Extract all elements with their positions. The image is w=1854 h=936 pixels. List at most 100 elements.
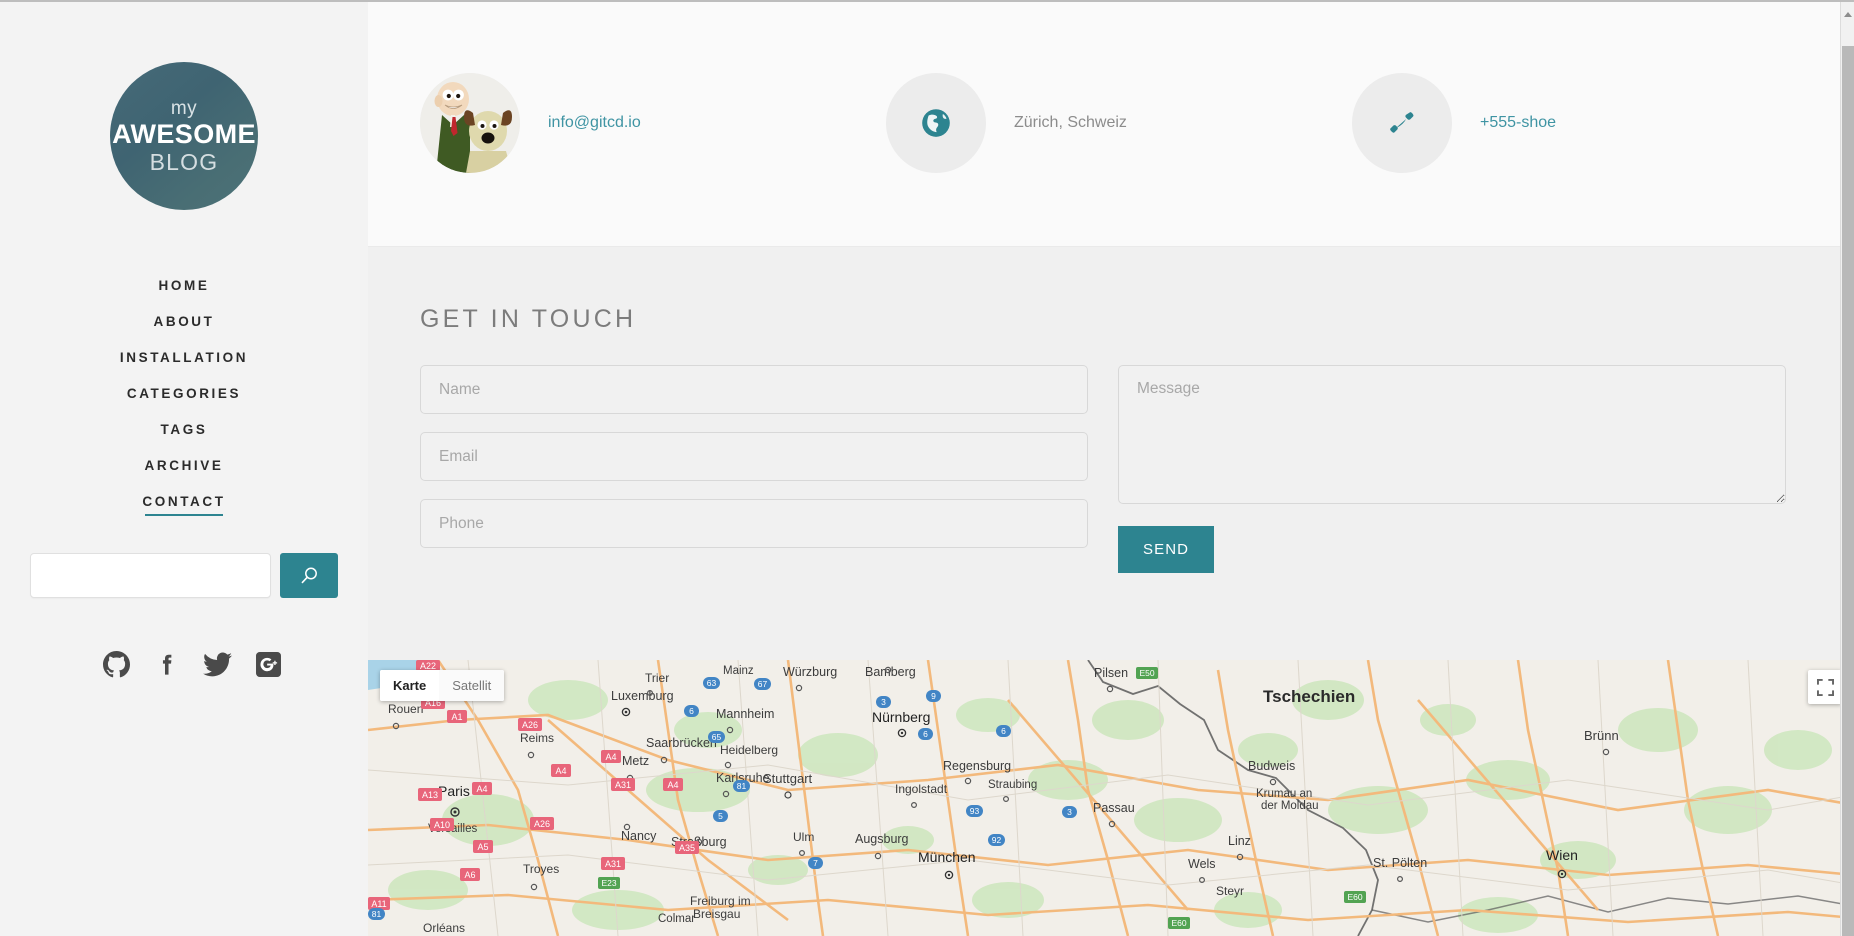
- page-root: my AWESOME BLOG HOME ABOUT INSTALLATION …: [0, 0, 1854, 936]
- svg-text:Pilsen: Pilsen: [1094, 666, 1128, 680]
- page-title: GET IN TOUCH: [420, 305, 637, 333]
- svg-text:St. Pölten: St. Pölten: [1373, 856, 1427, 870]
- sidebar-item-label: ABOUT: [153, 314, 215, 329]
- twitter-link[interactable]: [203, 650, 232, 684]
- svg-text:A13: A13: [422, 790, 438, 800]
- map-country-label: Tschechien: [1263, 687, 1355, 706]
- globe-icon: [922, 109, 950, 137]
- sidebar-item-label: HOME: [158, 278, 210, 293]
- svg-text:Krumau an: Krumau an: [1256, 788, 1312, 800]
- search-button[interactable]: [280, 553, 338, 598]
- sidebar-item-contact[interactable]: CONTACT: [0, 484, 368, 527]
- google-plus-icon: [256, 652, 281, 677]
- logo-line-awesome: AWESOME: [112, 118, 256, 149]
- svg-text:Mannheim: Mannheim: [716, 707, 774, 721]
- svg-text:A1: A1: [451, 712, 462, 722]
- facebook-link[interactable]: [153, 651, 180, 683]
- sidebar: my AWESOME BLOG HOME ABOUT INSTALLATION …: [0, 0, 368, 936]
- sidebar-item-installation[interactable]: INSTALLATION: [0, 340, 368, 376]
- site-logo[interactable]: my AWESOME BLOG: [110, 62, 258, 210]
- contact-location-text: Zürich, Schweiz: [1014, 114, 1127, 131]
- phone-icon: [1390, 112, 1414, 133]
- svg-text:Ingolstadt: Ingolstadt: [895, 782, 948, 796]
- svg-text:A26: A26: [522, 720, 538, 730]
- svg-text:A4: A4: [476, 784, 487, 794]
- contact-email-item[interactable]: info@gitcd.io: [420, 73, 886, 173]
- sidebar-item-label: ARCHIVE: [144, 458, 224, 473]
- svg-text:65: 65: [712, 732, 722, 742]
- svg-text:A4: A4: [605, 752, 616, 762]
- scroll-up-arrow[interactable]: [1844, 12, 1852, 17]
- contact-email-text[interactable]: info@gitcd.io: [548, 114, 641, 132]
- svg-text:Budweis: Budweis: [1248, 759, 1295, 773]
- map-city-label: Rouen: [388, 702, 423, 716]
- svg-text:A4: A4: [555, 766, 566, 776]
- svg-text:3: 3: [881, 697, 886, 707]
- svg-text:A4: A4: [667, 780, 678, 790]
- logo-line-blog: BLOG: [149, 148, 219, 175]
- active-underline: [145, 514, 223, 516]
- svg-text:Wels: Wels: [1188, 857, 1216, 871]
- svg-text:Würzburg: Würzburg: [783, 665, 837, 679]
- phone-icon-circle: [1352, 73, 1452, 173]
- form-right-column: SEND: [1118, 365, 1786, 573]
- send-button[interactable]: SEND: [1118, 526, 1215, 573]
- sidebar-item-categories[interactable]: CATEGORIES: [0, 376, 368, 412]
- map-type-satellit[interactable]: Satellit: [439, 670, 505, 701]
- sidebar-item-home[interactable]: HOME: [0, 268, 368, 304]
- svg-text:Ulm: Ulm: [793, 830, 814, 844]
- svg-text:A31: A31: [615, 780, 631, 790]
- svg-text:5: 5: [718, 811, 723, 821]
- search-row: [30, 553, 338, 598]
- github-link[interactable]: [103, 651, 130, 683]
- svg-text:Augsburg: Augsburg: [855, 832, 909, 846]
- main-navigation: HOME ABOUT INSTALLATION CATEGORIES TAGS …: [0, 268, 368, 527]
- email-field[interactable]: [420, 432, 1088, 481]
- google-plus-link[interactable]: [255, 651, 282, 683]
- map-embed[interactable]: Rouen Paris Versailles Reims Troyes Orlé…: [368, 660, 1854, 936]
- svg-text:Heidelberg: Heidelberg: [720, 743, 778, 757]
- twitter-icon: [203, 652, 232, 677]
- svg-text:Trier: Trier: [645, 671, 669, 685]
- logo-container: my AWESOME BLOG: [0, 0, 368, 210]
- map-type-karte[interactable]: Karte: [380, 670, 440, 701]
- svg-text:A6: A6: [464, 870, 475, 880]
- phone-field[interactable]: [420, 499, 1088, 548]
- svg-text:A35: A35: [679, 843, 695, 853]
- map-type-control: Karte Satellit: [380, 670, 505, 701]
- svg-text:Reims: Reims: [520, 731, 554, 745]
- contact-location-item[interactable]: Zürich, Schweiz: [886, 73, 1352, 173]
- window-top-border: [0, 0, 1854, 2]
- sidebar-item-archive[interactable]: ARCHIVE: [0, 448, 368, 484]
- scrollbar-thumb[interactable]: [1842, 46, 1854, 936]
- map-canvas: Rouen Paris Versailles Reims Troyes Orlé…: [368, 660, 1854, 936]
- github-icon: [103, 651, 130, 678]
- svg-text:9: 9: [931, 691, 936, 701]
- svg-text:E60: E60: [1171, 918, 1186, 928]
- sidebar-item-tags[interactable]: TAGS: [0, 412, 368, 448]
- svg-text:6: 6: [1001, 726, 1006, 736]
- svg-text:Passau: Passau: [1093, 801, 1135, 815]
- message-field[interactable]: [1118, 365, 1786, 504]
- logo-line-my: my: [170, 97, 198, 119]
- search-input[interactable]: [30, 553, 271, 598]
- svg-text:6: 6: [923, 729, 928, 739]
- contact-phone-text[interactable]: +555-shoe: [1480, 114, 1556, 132]
- svg-text:67: 67: [758, 679, 768, 689]
- svg-text:Luxemburg: Luxemburg: [611, 689, 674, 703]
- svg-text:81: 81: [737, 781, 747, 791]
- svg-text:Steyr: Steyr: [1216, 884, 1244, 898]
- sidebar-item-about[interactable]: ABOUT: [0, 304, 368, 340]
- svg-text:A31: A31: [605, 859, 621, 869]
- svg-text:Troyes: Troyes: [523, 862, 559, 876]
- map-fullscreen-button[interactable]: [1808, 670, 1842, 704]
- svg-text:A5: A5: [477, 842, 488, 852]
- svg-text:Stuttgart: Stuttgart: [763, 771, 813, 786]
- contact-phone-item[interactable]: +555-shoe: [1352, 73, 1782, 173]
- svg-text:93: 93: [970, 806, 980, 816]
- name-field[interactable]: [420, 365, 1088, 414]
- sidebar-item-label: CONTACT: [142, 494, 226, 509]
- vertical-scrollbar[interactable]: [1840, 0, 1854, 936]
- svg-text:Freiburg im: Freiburg im: [690, 894, 751, 908]
- search-icon: [301, 567, 317, 583]
